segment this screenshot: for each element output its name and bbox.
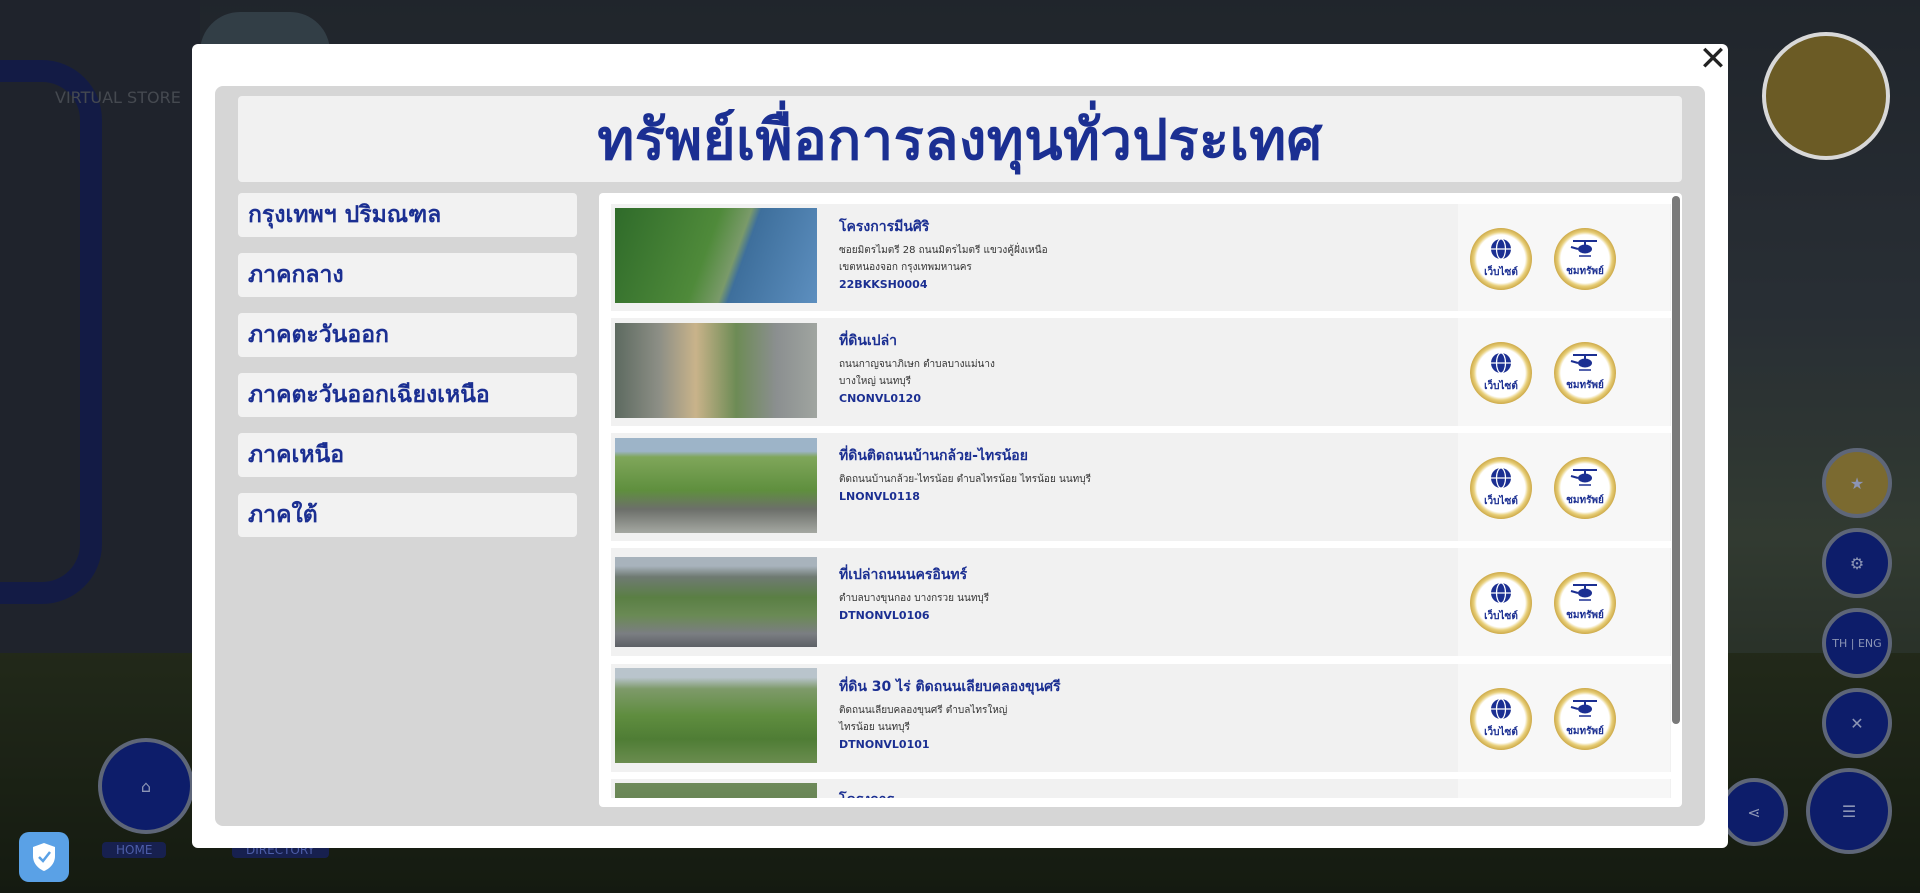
property-item[interactable]: ที่ดินเปล่า ถนนกาญจนาภิเษก ตำบลบางแม่นาง…: [611, 318, 1671, 426]
menu-list-icon[interactable]: ☰: [1806, 768, 1892, 854]
property-actions: เว็บไซต์ ชมทรัพย์: [1458, 204, 1670, 311]
property-title: โครงการ: [839, 789, 894, 798]
home-label: HOME: [102, 842, 167, 858]
property-address-line: ติดถนนเลียบคลองขุนศรี ตำบลไทรใหญ่: [839, 705, 1008, 716]
gear-icon[interactable]: ⚙: [1822, 528, 1892, 598]
property-photo: [615, 783, 817, 798]
region-item-central[interactable]: ภาคกลาง: [238, 253, 577, 297]
website-label: เว็บไซต์: [1484, 496, 1518, 507]
property-photo: [615, 438, 817, 533]
property-item[interactable]: ที่ดิน 30 ไร่ ติดถนนเลียบคลองขุนศรี ติดถ…: [611, 664, 1671, 772]
scrollbar-thumb[interactable]: [1672, 196, 1680, 724]
website-button[interactable]: เว็บไซต์: [1470, 342, 1532, 404]
avatar[interactable]: [1762, 32, 1890, 160]
property-info: ที่ดินเปล่า ถนนกาญจนาภิเษก ตำบลบางแม่นาง…: [839, 330, 995, 407]
globe-icon: [1490, 582, 1512, 608]
property-title: ที่ดิน 30 ไร่ ติดถนนเลียบคลองขุนศรี: [839, 679, 1061, 695]
property-info: โครงการ: [839, 789, 894, 798]
property-photo: [615, 557, 817, 647]
view-property-label: ชมทรัพย์: [1566, 610, 1604, 621]
property-actions: [1458, 779, 1670, 798]
page-title: ทรัพย์เพื่อการลงทุนทั่วประเทศ: [597, 107, 1323, 173]
region-item-south[interactable]: ภาคใต้: [238, 493, 577, 537]
website-label: เว็บไซต์: [1484, 267, 1518, 278]
property-info: ที่ดิน 30 ไร่ ติดถนนเลียบคลองขุนศรี ติดถ…: [839, 676, 1061, 753]
property-code: 22BKKSH0004: [839, 278, 928, 291]
region-item-bangkok[interactable]: กรุงเทพฯ ปริมณฑล: [238, 193, 577, 237]
website-label: เว็บไซต์: [1484, 611, 1518, 622]
region-item-northeast[interactable]: ภาคตะวันออกเฉียงเหนือ: [238, 373, 577, 417]
region-item-east[interactable]: ภาคตะวันออก: [238, 313, 577, 357]
property-actions: เว็บไซต์ ชมทรัพย์: [1458, 318, 1670, 426]
property-photo: [615, 208, 817, 303]
property-item[interactable]: ที่ดินติดถนนบ้านกล้วย-ไทรน้อย ติดถนนบ้าน…: [611, 433, 1671, 541]
property-item[interactable]: โครงการมีนศิริ ซอยมิตรไมตรี 28 ถนนมิตรไม…: [611, 204, 1671, 311]
property-address-line: บางใหญ่ นนทบุรี: [839, 376, 912, 387]
helicopter-icon: [1570, 699, 1600, 723]
helicopter-icon: [1570, 353, 1600, 377]
share-icon[interactable]: ⋖: [1720, 778, 1788, 846]
view-property-button[interactable]: ชมทรัพย์: [1554, 688, 1616, 750]
title-box: ทรัพย์เพื่อการลงทุนทั่วประเทศ: [238, 96, 1682, 182]
property-address-line: ติดถนนบ้านกล้วย-ไทรน้อย ตำบลไทรน้อย ไทรน…: [839, 474, 1091, 485]
globe-icon: [1490, 238, 1512, 264]
property-info: ที่เปล่าถนนนครอินทร์ ตำบลบางขุนกอง บางกร…: [839, 564, 989, 624]
website-button[interactable]: เว็บไซต์: [1470, 688, 1532, 750]
website-button[interactable]: เว็บไซต์: [1470, 572, 1532, 634]
home-icon[interactable]: ⌂: [98, 738, 194, 834]
view-property-label: ชมทรัพย์: [1566, 266, 1604, 277]
region-item-north[interactable]: ภาคเหนือ: [238, 433, 577, 477]
property-info: โครงการมีนศิริ ซอยมิตรไมตรี 28 ถนนมิตรไม…: [839, 216, 1048, 293]
globe-icon: [1490, 467, 1512, 493]
mute-icon[interactable]: ✕: [1822, 688, 1892, 758]
property-address-line: เขตหนองจอก กรุงเทพมหานคร: [839, 262, 972, 273]
property-address-line: ถนนกาญจนาภิเษก ตำบลบางแม่นาง: [839, 359, 995, 370]
property-item[interactable]: ที่เปล่าถนนนครอินทร์ ตำบลบางขุนกอง บางกร…: [611, 548, 1671, 656]
view-property-label: ชมทรัพย์: [1566, 726, 1604, 737]
property-title: ที่ดินติดถนนบ้านกล้วย-ไทรน้อย: [839, 448, 1028, 464]
close-icon[interactable]: ✕: [1696, 42, 1730, 76]
property-address-line: ไทรน้อย นนทบุรี: [839, 722, 910, 733]
view-property-button[interactable]: ชมทรัพย์: [1554, 457, 1616, 519]
property-actions: เว็บไซต์ ชมทรัพย์: [1458, 664, 1670, 772]
property-address-line: ตำบลบางขุนกอง บางกรวย นนทบุรี: [839, 593, 990, 604]
trophy-icon[interactable]: ★: [1822, 448, 1892, 518]
view-property-button[interactable]: ชมทรัพย์: [1554, 342, 1616, 404]
property-photo: [615, 323, 817, 418]
property-code: DTNONVL0106: [839, 609, 930, 622]
property-code: DTNONVL0101: [839, 738, 930, 751]
property-actions: เว็บไซต์ ชมทรัพย์: [1458, 433, 1670, 541]
property-code: LNONVL0118: [839, 490, 920, 503]
property-info: ที่ดินติดถนนบ้านกล้วย-ไทรน้อย ติดถนนบ้าน…: [839, 445, 1091, 505]
property-title: ที่ดินเปล่า: [839, 333, 898, 349]
view-property-label: ชมทรัพย์: [1566, 495, 1604, 506]
view-property-label: ชมทรัพย์: [1566, 380, 1604, 391]
website-label: เว็บไซต์: [1484, 727, 1518, 738]
property-actions: เว็บไซต์ ชมทรัพย์: [1458, 548, 1670, 656]
website-button[interactable]: เว็บไซต์: [1470, 228, 1532, 290]
property-item[interactable]: โครงการ: [611, 779, 1671, 798]
helicopter-icon: [1570, 239, 1600, 263]
view-property-button[interactable]: ชมทรัพย์: [1554, 572, 1616, 634]
globe-icon: [1490, 698, 1512, 724]
language-toggle[interactable]: TH | ENG: [1822, 608, 1892, 678]
property-title: โครงการมีนศิริ: [839, 219, 930, 235]
property-code: CNONVL0120: [839, 392, 921, 405]
website-button[interactable]: เว็บไซต์: [1470, 457, 1532, 519]
helicopter-icon: [1570, 468, 1600, 492]
shield-icon[interactable]: [19, 832, 69, 882]
region-list: กรุงเทพฯ ปริมณฑล ภาคกลาง ภาคตะวันออก ภาค…: [238, 193, 577, 553]
globe-icon: [1490, 352, 1512, 378]
property-photo: [615, 668, 817, 763]
property-address-line: ซอยมิตรไมตรี 28 ถนนมิตรไมตรี แขวงคู้ฝั่ง…: [839, 245, 1048, 256]
property-title: ที่เปล่าถนนนครอินทร์: [839, 567, 968, 583]
website-label: เว็บไซต์: [1484, 381, 1518, 392]
view-property-button[interactable]: ชมทรัพย์: [1554, 228, 1616, 290]
helicopter-icon: [1570, 583, 1600, 607]
